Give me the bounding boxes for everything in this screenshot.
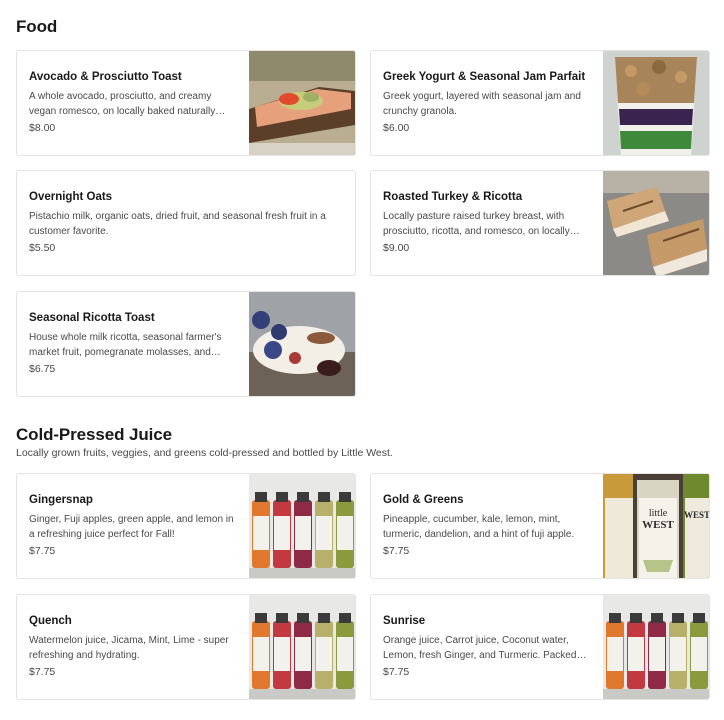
item-description: Orange juice, Carrot juice, Coconut wate… — [383, 635, 577, 661]
item-name: Greek Yogurt & Seasonal Jam Parfait — [383, 71, 586, 83]
item-price: $7.75 — [383, 545, 410, 557]
item-name: Sunrise — [383, 615, 426, 627]
little-west-bottles-image: little WEST WEST — [603, 474, 709, 578]
item-name: Quench — [29, 615, 72, 627]
item-name: Overnight Oats — [29, 191, 113, 203]
svg-text:little: little — [649, 508, 668, 519]
menu-item-card[interactable]: Sunrise Orange juice, Carrot juice, Coco… — [370, 594, 710, 700]
section-description: Locally grown fruits, veggies, and green… — [16, 447, 393, 459]
item-price: $6.75 — [29, 363, 56, 375]
item-name: Gingersnap — [29, 494, 93, 506]
ricotta-toast-image — [249, 292, 355, 396]
avocado-toast-image — [249, 51, 355, 155]
item-description: Ginger, Fuji apples, green apple, and le… — [29, 514, 234, 540]
item-price: $7.75 — [29, 545, 56, 557]
menu-item-card[interactable]: Overnight Oats Pistachio milk, organic o… — [16, 170, 356, 276]
juice-bottles-image — [249, 595, 355, 699]
juice-bottles-image — [603, 595, 709, 699]
menu-item-card[interactable]: Roasted Turkey & Ricotta Locally pasture… — [370, 170, 710, 276]
turkey-sandwich-image — [603, 171, 709, 275]
menu-item-card[interactable]: Gold & Greens Pineapple, cucumber, kale,… — [370, 473, 710, 579]
item-price: $6.00 — [383, 122, 410, 134]
menu-item-card[interactable]: Seasonal Ricotta Toast House whole milk … — [16, 291, 356, 397]
item-price: $9.00 — [383, 242, 410, 254]
item-description: Locally pasture raised turkey breast, wi… — [383, 211, 570, 237]
item-description: Pineapple, cucumber, kale, lemon, mint, … — [383, 514, 575, 540]
menu-item-card[interactable]: Gingersnap Ginger, Fuji apples, green ap… — [16, 473, 356, 579]
item-description: Watermelon juice, Jicama, Mint, Lime - s… — [29, 635, 229, 661]
parfait-image — [603, 51, 709, 155]
section-title-cold-pressed-juice: Cold-Pressed Juice — [16, 425, 172, 444]
item-description: Pistachio milk, organic oats, dried frui… — [29, 211, 326, 237]
item-description: House whole milk ricotta, seasonal farme… — [29, 332, 222, 358]
item-name: Gold & Greens — [383, 494, 464, 506]
juice-bottles-image — [249, 474, 355, 578]
item-name: Avocado & Prosciutto Toast — [29, 71, 182, 83]
item-price: $5.50 — [29, 242, 56, 254]
item-description: Greek yogurt, layered with seasonal jam … — [383, 91, 581, 117]
item-name: Seasonal Ricotta Toast — [29, 312, 155, 324]
item-name: Roasted Turkey & Ricotta — [383, 191, 523, 203]
svg-text:WEST: WEST — [684, 510, 709, 520]
item-price: $7.75 — [29, 666, 56, 678]
menu-item-card[interactable]: Greek Yogurt & Seasonal Jam Parfait Gree… — [370, 50, 710, 156]
svg-text:WEST: WEST — [642, 519, 674, 531]
section-title-food: Food — [16, 17, 58, 36]
item-price: $8.00 — [29, 122, 56, 134]
menu-item-card[interactable]: Quench Watermelon juice, Jicama, Mint, L… — [16, 594, 356, 700]
menu-item-card[interactable]: Avocado & Prosciutto Toast A whole avoca… — [16, 50, 356, 156]
item-price: $7.75 — [383, 666, 410, 678]
item-description: A whole avocado, prosciutto, and creamy … — [29, 91, 216, 117]
